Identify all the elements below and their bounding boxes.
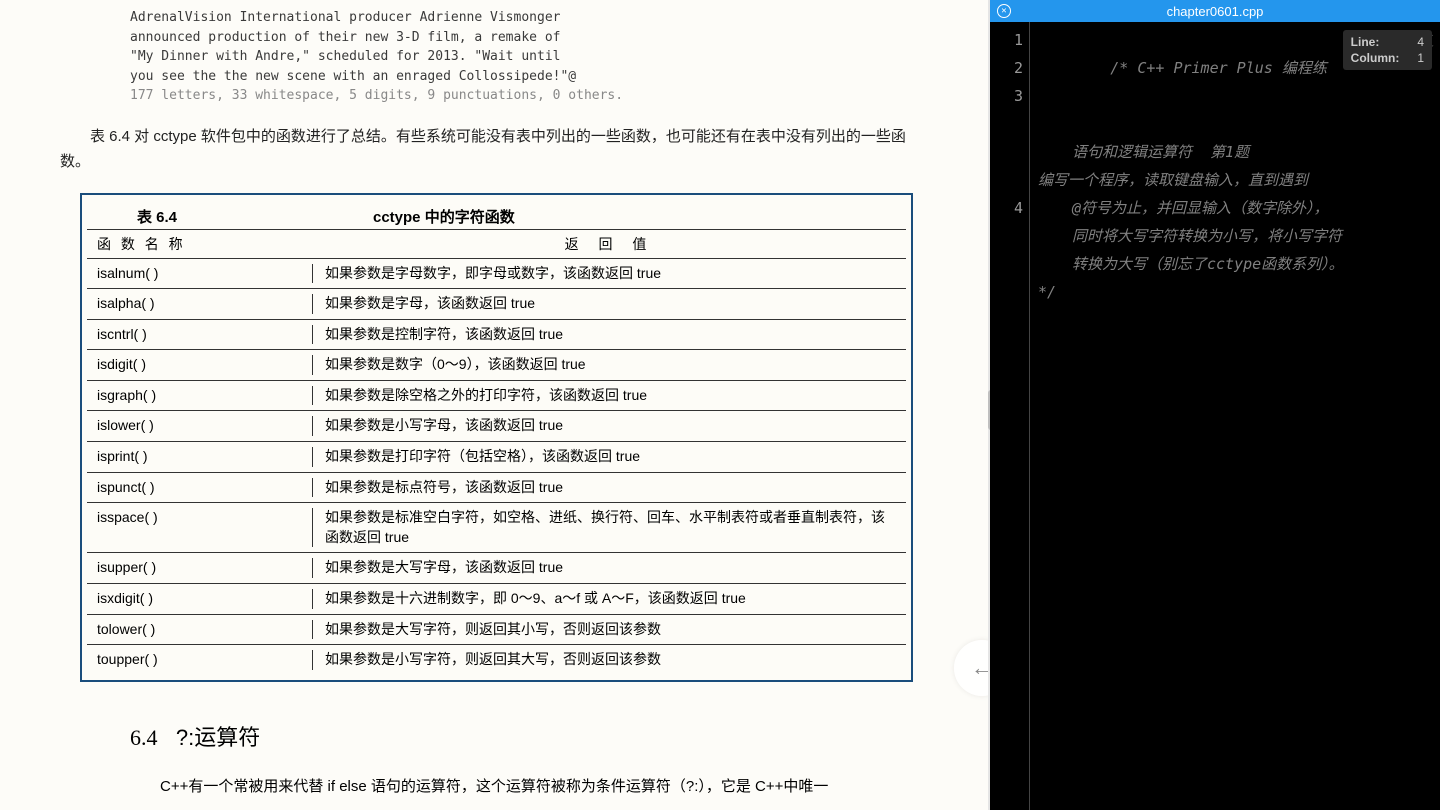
function-name-cell: tolower( ) bbox=[87, 620, 313, 640]
table-row: islower( )如果参数是小写字母，该函数返回 true bbox=[87, 411, 906, 442]
code-output-block: AdrenalVision International producer Adr… bbox=[130, 8, 913, 106]
table-row: tolower( )如果参数是大写字符，则返回其小写，否则返回该参数 bbox=[87, 615, 906, 646]
function-name-cell: isalpha( ) bbox=[87, 294, 313, 314]
table-row: ispunct( )如果参数是标点符号，该函数返回 true bbox=[87, 473, 906, 504]
function-desc-cell: 如果参数是除空格之外的打印字符，该函数返回 true bbox=[313, 386, 906, 406]
function-name-cell: isspace( ) bbox=[87, 508, 313, 547]
function-name-cell: toupper( ) bbox=[87, 650, 313, 670]
function-name-cell: ispunct( ) bbox=[87, 478, 313, 498]
table-row: isspace( )如果参数是标准空白字符，如空格、进纸、换行符、回车、水平制表… bbox=[87, 503, 906, 553]
function-name-cell: isxdigit( ) bbox=[87, 589, 313, 609]
table-row: isgraph( )如果参数是除空格之外的打印字符，该函数返回 true bbox=[87, 381, 906, 412]
line-number: 1 bbox=[990, 26, 1023, 54]
output-line: you see the the new scene with an enrage… bbox=[130, 67, 913, 87]
function-desc-cell: 如果参数是标点符号，该函数返回 true bbox=[313, 478, 906, 498]
table-row: isalpha( )如果参数是字母，该函数返回 true bbox=[87, 289, 906, 320]
cursor-position-indicator: Line: 4 Column: 1 bbox=[1343, 30, 1432, 70]
function-name-cell: isprint( ) bbox=[87, 447, 313, 467]
back-arrow-button[interactable]: ← bbox=[954, 640, 988, 696]
table-row: isxdigit( )如果参数是十六进制数字，即 0～9、a～f 或 A～F，该… bbox=[87, 584, 906, 615]
cctype-table: 表 6.4 cctype 中的字符函数 函 数 名 称 返 回 值 isalnu… bbox=[80, 193, 913, 682]
intro-paragraph: 表 6.4 对 cctype 软件包中的函数进行了总结。有些系统可能没有表中列出… bbox=[60, 124, 913, 175]
table-row: isdigit( )如果参数是数字（0～9），该函数返回 true bbox=[87, 350, 906, 381]
close-tab-button[interactable]: ✕ bbox=[990, 4, 1018, 18]
section-number: 6.4 bbox=[130, 725, 158, 750]
code-editor-pane: ✕ chapter0601.cpp Line: 4 Column: 1 1 2 … bbox=[990, 0, 1440, 810]
function-desc-cell: 如果参数是字母，该函数返回 true bbox=[313, 294, 906, 314]
table-row: isalnum( )如果参数是字母数字，即字母或数字，该函数返回 true bbox=[87, 259, 906, 290]
function-desc-cell: 如果参数是控制字符，该函数返回 true bbox=[313, 325, 906, 345]
line-label: Line: bbox=[1351, 34, 1380, 50]
function-desc-cell: 如果参数是十六进制数字，即 0～9、a～f 或 A～F，该函数返回 true bbox=[313, 589, 906, 609]
table-row: iscntrl( )如果参数是控制字符，该函数返回 true bbox=[87, 320, 906, 351]
output-summary: 177 letters, 33 whitespace, 5 digits, 9 … bbox=[130, 86, 913, 106]
arrow-left-icon: ← bbox=[971, 655, 988, 681]
table-header-function: 函 数 名 称 bbox=[87, 234, 313, 254]
function-desc-cell: 如果参数是字母数字，即字母或数字，该函数返回 true bbox=[313, 264, 906, 284]
line-value: 4 bbox=[1417, 34, 1424, 50]
table-caption-title: cctype 中的字符函数 bbox=[313, 206, 906, 227]
line-number-gutter: 1 2 3 4 bbox=[990, 22, 1030, 810]
function-name-cell: isgraph( ) bbox=[87, 386, 313, 406]
code-text-area[interactable]: /* C++ Primer Plus 编程练 章 分支 语句和逻辑运算符 第1题… bbox=[1030, 22, 1440, 810]
body-paragraph: C++有一个常被用来代替 if else 语句的运算符，这个运算符被称为条件运算… bbox=[130, 774, 913, 800]
close-icon: ✕ bbox=[997, 4, 1011, 18]
table-caption-number: 表 6.4 bbox=[87, 206, 313, 227]
line-number: 3 bbox=[990, 82, 1023, 194]
function-name-cell: isalnum( ) bbox=[87, 264, 313, 284]
output-line: "My Dinner with Andre," scheduled for 20… bbox=[130, 47, 913, 67]
table-row: isprint( )如果参数是打印字符（包括空格），该函数返回 true bbox=[87, 442, 906, 473]
function-desc-cell: 如果参数是小写字母，该函数返回 true bbox=[313, 416, 906, 436]
function-name-cell: iscntrl( ) bbox=[87, 325, 313, 345]
function-desc-cell: 如果参数是打印字符（包括空格），该函数返回 true bbox=[313, 447, 906, 467]
table-row: toupper( )如果参数是小写字符，则返回其大写，否则返回该参数 bbox=[87, 645, 906, 675]
code-line: 编写一个程序，读取键盘输入，直到遇到@符号为止，并回显输入（数字除外），同时将大… bbox=[1038, 166, 1440, 278]
tab-title[interactable]: chapter0601.cpp bbox=[1018, 4, 1412, 19]
editor-tab-bar: ✕ chapter0601.cpp bbox=[990, 0, 1440, 22]
function-desc-cell: 如果参数是标准空白字符，如空格、进纸、换行符、回车、水平制表符或者垂直制表符，该… bbox=[313, 508, 906, 547]
function-desc-cell: 如果参数是数字（0～9），该函数返回 true bbox=[313, 355, 906, 375]
function-desc-cell: 如果参数是大写字符，则返回其小写，否则返回该参数 bbox=[313, 620, 906, 640]
line-number: 4 bbox=[990, 194, 1023, 222]
function-name-cell: islower( ) bbox=[87, 416, 313, 436]
function-desc-cell: 如果参数是小写字符，则返回其大写，否则返回该参数 bbox=[313, 650, 906, 670]
function-name-cell: isdigit( ) bbox=[87, 355, 313, 375]
output-line: AdrenalVision International producer Adr… bbox=[130, 8, 913, 28]
section-heading: 6.4 ?:运算符 bbox=[130, 720, 913, 752]
code-line: 语句和逻辑运算符 第1题 bbox=[1038, 138, 1440, 166]
table-row: isupper( )如果参数是大写字母，该函数返回 true bbox=[87, 553, 906, 584]
section-title: ?:运算符 bbox=[176, 725, 260, 750]
table-header-return: 返 回 值 bbox=[313, 234, 906, 254]
document-view[interactable]: AdrenalVision International producer Adr… bbox=[0, 0, 988, 810]
code-line: */ bbox=[1038, 278, 1440, 306]
function-name-cell: isupper( ) bbox=[87, 558, 313, 578]
function-desc-cell: 如果参数是大写字母，该函数返回 true bbox=[313, 558, 906, 578]
editor-body[interactable]: 1 2 3 4 /* C++ Primer Plus 编程练 章 分支 语句和逻… bbox=[990, 22, 1440, 810]
output-line: announced production of their new 3-D fi… bbox=[130, 28, 913, 48]
column-label: Column: bbox=[1351, 50, 1400, 66]
line-number: 2 bbox=[990, 54, 1023, 82]
column-value: 1 bbox=[1417, 50, 1424, 66]
